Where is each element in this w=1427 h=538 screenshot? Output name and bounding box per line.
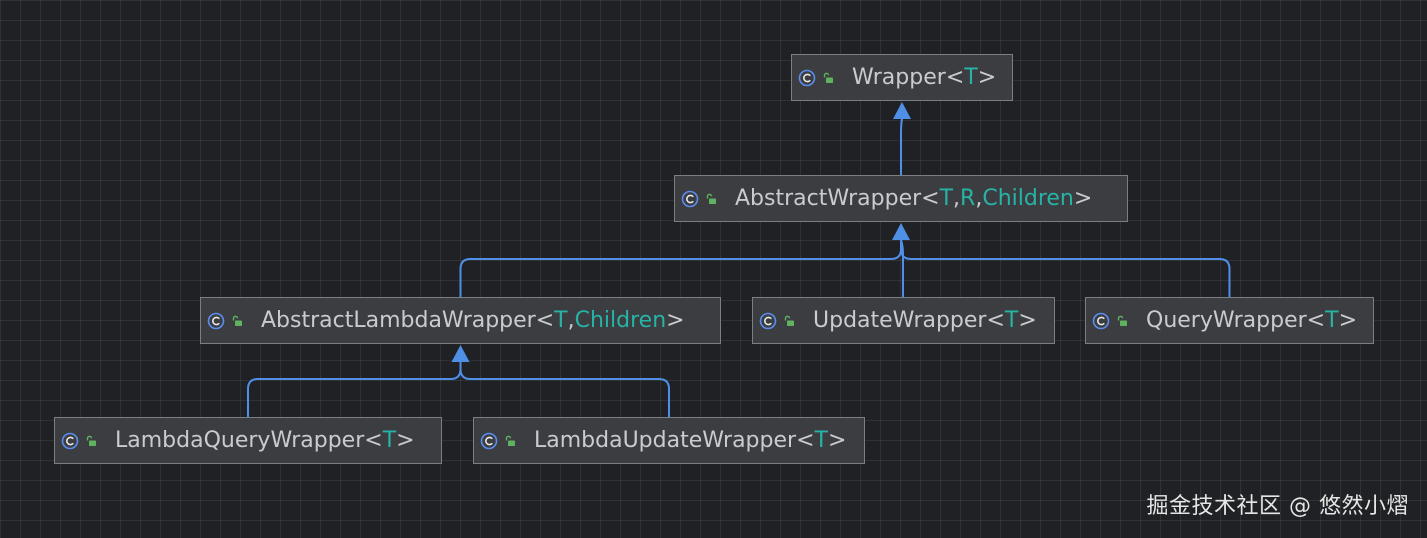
generic-open-bracket: < [364,428,383,453]
public-lock-icon [823,72,833,83]
generic-close-bracket: > [1018,308,1037,333]
generic-close-bracket: > [396,428,415,453]
class-name: UpdateWrapper [813,308,987,333]
class-name: AbstractWrapper [735,186,922,211]
type-parameter: T [814,428,828,453]
inheritance-edge-abstract-wrapper-to-wrapper [900,118,903,175]
class-c-icon [759,312,777,329]
type-parameter: Children [574,308,667,333]
public-lock-icon [232,315,242,326]
class-c-icon [1092,312,1110,329]
class-c-icon [480,432,498,449]
generic-close-bracket: > [827,428,847,453]
arrowhead-into-abstract-lambda-wrapper [451,345,470,362]
public-lock-icon [1117,315,1127,326]
class-name: QueryWrapper [1146,308,1307,333]
generic-close-bracket: > [1073,186,1093,211]
class-node-query-wrapper[interactable]: QueryWrapper < T > [1085,297,1374,344]
generic-open-bracket: < [945,65,965,90]
generic-open-bracket: < [986,308,1005,333]
generic-close-bracket: > [1338,308,1357,333]
class-node-lambda-query-wrapper[interactable]: LambdaQueryWrapper < T > [54,417,442,464]
class-node-wrapper[interactable]: Wrapper < T > [791,54,1013,101]
type-parameter: R [960,186,976,211]
class-node-abstract-lambda-wrapper[interactable]: AbstractLambdaWrapper < T, Children > [200,297,721,344]
public-lock-icon [86,435,96,446]
public-lock-icon [505,435,515,446]
type-parameter: T [1004,308,1019,333]
param-separator: , [567,308,575,333]
generic-open-bracket: < [796,428,815,453]
class-name: AbstractLambdaWrapper [261,308,536,333]
arrowhead-into-abstract-wrapper [892,223,910,240]
class-c-icon [798,69,816,86]
generic-open-bracket: < [1306,308,1326,333]
public-lock-icon [706,193,716,204]
class-node-abstract-wrapper[interactable]: AbstractWrapper < T, R, Children > [674,175,1128,222]
class-name: LambdaUpdateWrapper [534,428,797,453]
class-name: Wrapper [852,65,946,90]
generic-close-bracket: > [977,65,997,90]
type-parameter: T [964,65,978,90]
public-lock-icon [784,315,794,326]
type-parameter: T [939,186,954,211]
generic-close-bracket: > [666,308,685,333]
type-parameter: T [1325,308,1339,333]
class-c-icon [61,432,79,449]
inheritance-edge-abstract-lambda-wrapper-to-abstract-wrapper [459,240,902,297]
type-parameter: Children [982,186,1074,211]
class-name: LambdaQueryWrapper [115,428,365,453]
inheritance-edge-lambda-query-wrapper-to-abstract-lambda-wrapper [247,362,462,417]
inheritance-edge-query-wrapper-to-abstract-wrapper [900,240,1231,297]
param-separator: , [975,186,983,211]
class-node-lambda-update-wrapper[interactable]: LambdaUpdateWrapper < T > [473,417,865,464]
generic-open-bracket: < [921,186,940,211]
class-c-icon [207,312,225,329]
type-parameter: T [554,308,568,333]
param-separator: , [953,186,961,211]
generic-open-bracket: < [535,308,555,333]
type-parameter: T [382,428,397,453]
inheritance-edge-lambda-update-wrapper-to-abstract-lambda-wrapper [459,362,670,417]
class-node-update-wrapper[interactable]: UpdateWrapper < T > [752,297,1055,344]
watermark: 掘金技术社区 @ 悠然小熠 [1146,494,1409,519]
arrowhead-into-wrapper [893,102,911,119]
class-c-icon [681,190,699,207]
